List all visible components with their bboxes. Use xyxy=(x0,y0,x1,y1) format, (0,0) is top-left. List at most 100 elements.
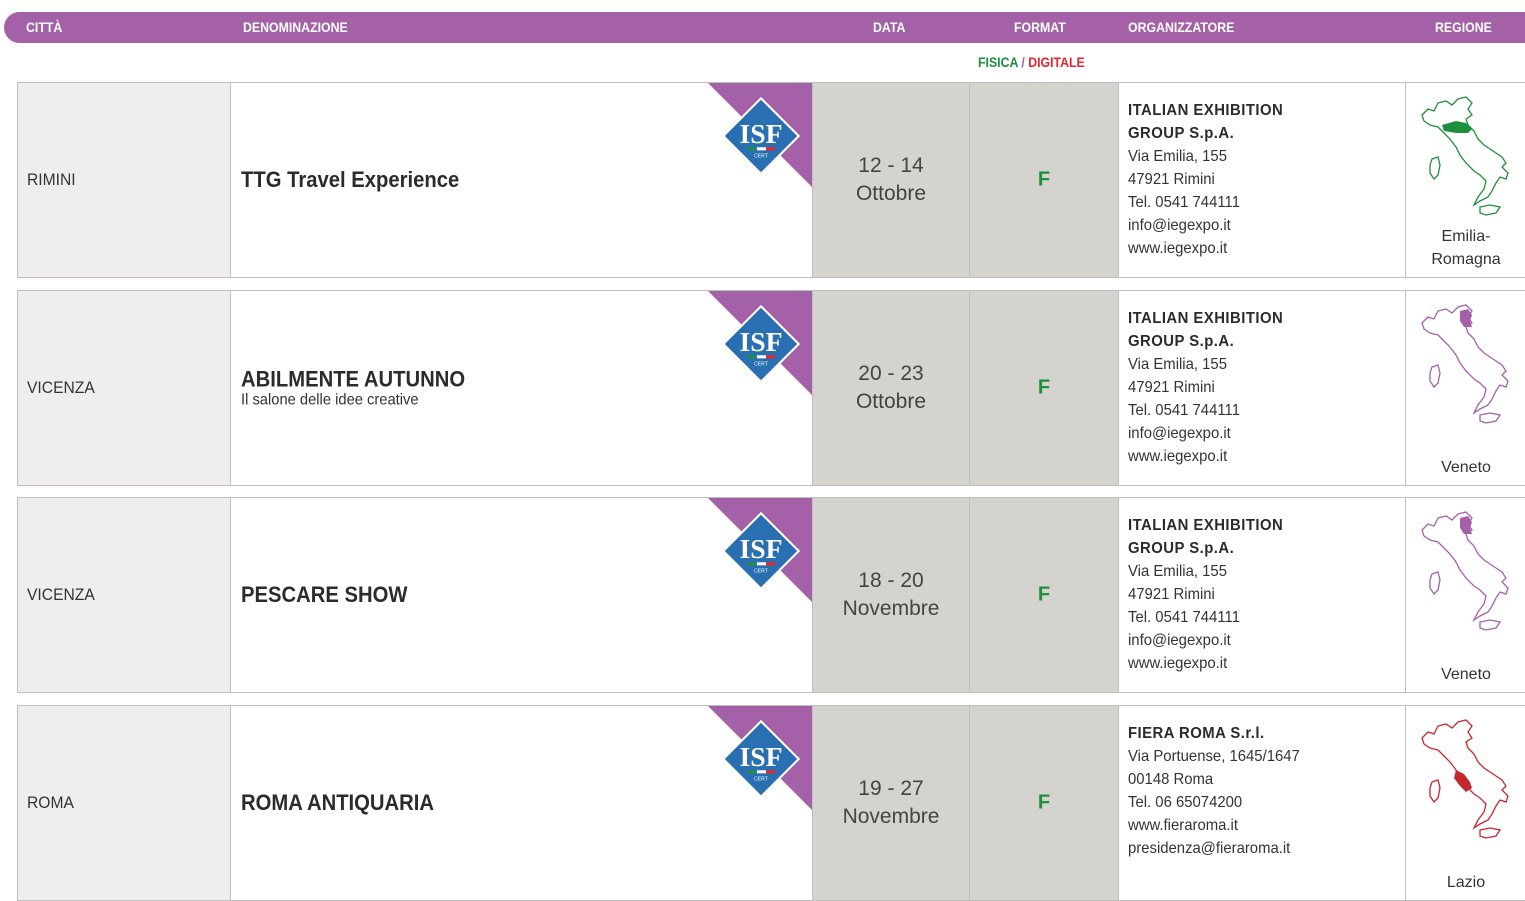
event-name[interactable]: PESCARE SHOW xyxy=(241,582,407,608)
header-citta: CITTÀ xyxy=(26,19,63,35)
event-subtitle: Il salone delle idee creative xyxy=(241,391,419,409)
organizer-city: 47921 Rimini xyxy=(1128,379,1215,396)
date-cell: 18 - 20 Novembre xyxy=(813,498,970,692)
city-cell: RIMINI xyxy=(18,83,231,277)
header-organizzatore: ORGANIZZATORE xyxy=(1128,19,1235,35)
event-row: VICENZA ABILMENTE AUTUNNO Il salone dell… xyxy=(17,290,1525,486)
format-value: F xyxy=(1037,583,1051,606)
city-cell: ROMA xyxy=(18,706,231,900)
svg-text:CERT: CERT xyxy=(754,362,768,368)
event-name[interactable]: ABILMENTE AUTUNNO xyxy=(241,367,465,393)
svg-text:CERT: CERT xyxy=(754,569,768,575)
organizer-city: 47921 Rimini xyxy=(1128,171,1215,188)
date-cell: 12 - 14 Ottobre xyxy=(813,83,970,277)
region-cell: Lazio xyxy=(1406,706,1525,900)
isf-cert-logo-icon: ISF CERT xyxy=(721,304,801,384)
date-range: 18 - 20 xyxy=(858,569,924,592)
format-value: F xyxy=(1037,376,1051,399)
event-row: VICENZA PESCARE SHOW ISF CERT 18 - 20 Nov… xyxy=(17,497,1525,693)
organizer-phone: Tel. 0541 744111 xyxy=(1128,402,1240,419)
organizer-contact-1[interactable]: info@iegexpo.it xyxy=(1128,422,1283,445)
date-month: Novembre xyxy=(842,805,940,828)
organizer-contact-2[interactable]: www.iegexpo.it xyxy=(1128,237,1283,260)
name-cell: ABILMENTE AUTUNNO Il salone delle idee c… xyxy=(231,291,813,485)
organizer-cell: FIERA ROMA S.r.l. Via Portuense, 1645/16… xyxy=(1119,706,1406,900)
organizer-contact-1[interactable]: info@iegexpo.it xyxy=(1128,629,1283,652)
organizer-phone: Tel. 0541 744111 xyxy=(1128,194,1240,211)
header-format: FORMAT xyxy=(1014,19,1066,35)
isf-cert-logo-icon: ISF CERT xyxy=(721,719,801,799)
organizer-city: 47921 Rimini xyxy=(1128,586,1215,603)
name-cell: PESCARE SHOW ISF CERT xyxy=(231,498,813,692)
region-name: Lazio xyxy=(1446,874,1486,891)
svg-text:ISF: ISF xyxy=(739,741,782,772)
organizer-contact-1[interactable]: www.fieraroma.it xyxy=(1128,814,1300,837)
organizer-phone: Tel. 06 65074200 xyxy=(1128,794,1243,811)
city-label: RIMINI xyxy=(27,170,76,189)
organizer-cell: ITALIAN EXHIBITION GROUP S.p.A. Via Emil… xyxy=(1119,498,1406,692)
organizer-name: ITALIAN EXHIBITION xyxy=(1128,310,1284,327)
legend-separator: / xyxy=(1017,54,1029,70)
organizer-address: Via Emilia, 155 xyxy=(1128,563,1227,580)
italy-map-icon xyxy=(1421,719,1509,839)
city-cell: VICENZA xyxy=(18,291,231,485)
city-cell: VICENZA xyxy=(18,498,231,692)
organizer-cell: ITALIAN EXHIBITION GROUP S.p.A. Via Emil… xyxy=(1119,291,1406,485)
format-cell: F xyxy=(970,706,1119,900)
organizer-address: Via Emilia, 155 xyxy=(1128,356,1227,373)
organizer-name: ITALIAN EXHIBITION xyxy=(1128,102,1284,119)
italy-map-icon xyxy=(1421,96,1509,216)
date-month: Ottobre xyxy=(855,390,927,413)
date-range: 12 - 14 xyxy=(858,154,924,177)
event-name[interactable]: TTG Travel Experience xyxy=(241,167,459,193)
isf-cert-logo-icon: ISF CERT xyxy=(721,96,801,176)
format-legend: FISICA / DIGITALE xyxy=(978,54,1085,70)
region-cell: Veneto xyxy=(1406,498,1525,692)
format-value: F xyxy=(1037,791,1051,814)
header-denominazione: DENOMINAZIONE xyxy=(243,19,348,35)
svg-text:ISF: ISF xyxy=(739,326,782,357)
organizer-name-2: GROUP S.p.A. xyxy=(1128,125,1235,142)
city-label: VICENZA xyxy=(27,585,95,604)
date-range: 20 - 23 xyxy=(858,362,924,385)
organizer-contact-2[interactable]: presidenza@fieraroma.it xyxy=(1128,837,1300,860)
organizer-contact-2[interactable]: www.iegexpo.it xyxy=(1128,445,1283,468)
organizer-address: Via Emilia, 155 xyxy=(1128,148,1227,165)
region-name: Veneto xyxy=(1441,666,1491,683)
format-cell: F xyxy=(970,498,1119,692)
organizer-cell: ITALIAN EXHIBITION GROUP S.p.A. Via Emil… xyxy=(1119,83,1406,277)
format-value: F xyxy=(1037,168,1051,191)
date-range: 19 - 27 xyxy=(858,777,924,800)
italy-map-icon xyxy=(1421,511,1509,631)
organizer-phone: Tel. 0541 744111 xyxy=(1128,609,1240,626)
event-row: RIMINI TTG Travel Experience ISF CERT 12… xyxy=(17,82,1525,278)
event-row: ROMA ROMA ANTIQUARIA ISF CERT 19 - 27 Nov… xyxy=(17,705,1525,901)
format-cell: F xyxy=(970,83,1119,277)
name-cell: TTG Travel Experience ISF CERT xyxy=(231,83,813,277)
header-data: DATA xyxy=(873,19,906,35)
date-cell: 20 - 23 Ottobre xyxy=(813,291,970,485)
region-cell: Emilia- Romagna xyxy=(1406,83,1525,277)
svg-text:ISF: ISF xyxy=(739,533,782,564)
date-month: Novembre xyxy=(842,597,940,620)
organizer-contact-1[interactable]: info@iegexpo.it xyxy=(1128,214,1283,237)
organizer-name: ITALIAN EXHIBITION xyxy=(1128,517,1284,534)
organizer-contact-2[interactable]: www.iegexpo.it xyxy=(1128,652,1283,675)
organizer-name-2: GROUP S.p.A. xyxy=(1128,333,1235,350)
isf-cert-logo-icon: ISF CERT xyxy=(721,511,801,591)
date-month: Ottobre xyxy=(855,182,927,205)
city-label: ROMA xyxy=(27,793,74,812)
region-name: Veneto xyxy=(1441,459,1491,476)
organizer-name-2: GROUP S.p.A. xyxy=(1128,540,1235,557)
event-name[interactable]: ROMA ANTIQUARIA xyxy=(241,790,434,816)
format-cell: F xyxy=(970,291,1119,485)
header-regione: REGIONE xyxy=(1435,19,1492,35)
svg-text:CERT: CERT xyxy=(754,777,768,783)
organizer-address: Via Portuense, 1645/1647 xyxy=(1128,748,1300,765)
svg-text:ISF: ISF xyxy=(739,118,782,149)
date-cell: 19 - 27 Novembre xyxy=(813,706,970,900)
italy-map-icon xyxy=(1421,304,1509,424)
table-header: CITTÀ DENOMINAZIONE DATA FORMAT ORGANIZZ… xyxy=(4,12,1525,43)
legend-fisica: FISICA xyxy=(978,54,1018,70)
region-name: Emilia- Romagna xyxy=(1431,228,1501,268)
